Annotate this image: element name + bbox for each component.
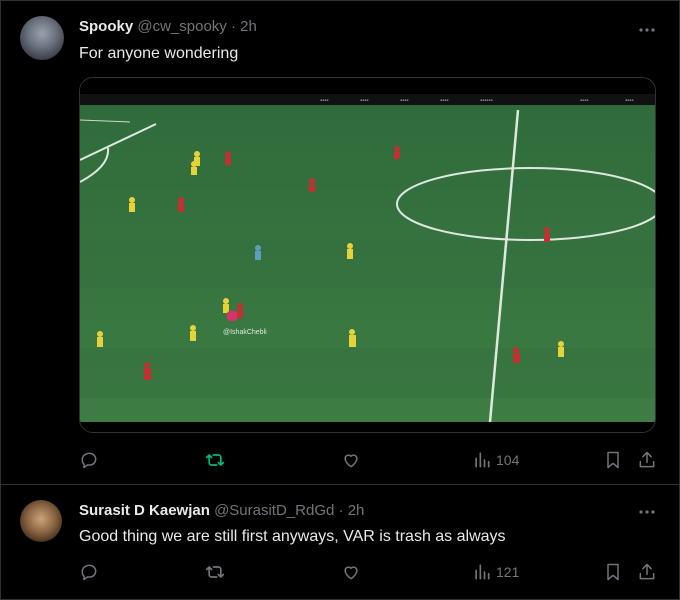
post-time[interactable]: 2h <box>348 502 365 519</box>
repost-icon <box>205 566 225 578</box>
more-dots-icon[interactable] <box>638 502 656 518</box>
reply-button[interactable] <box>79 448 99 472</box>
heart-icon <box>344 566 358 580</box>
post-header: Spooky @cw_spooky · 2h <box>79 18 257 35</box>
avatar[interactable] <box>20 500 62 542</box>
author-name[interactable]: Spooky <box>79 18 133 35</box>
bookmark-button[interactable] <box>603 560 623 584</box>
repost-icon <box>205 454 225 466</box>
views-button[interactable]: 121 <box>472 560 519 584</box>
post[interactable]: Spooky @cw_spooky · 2h For anyone wonder… <box>0 0 680 484</box>
post-actions: 121 <box>79 560 659 584</box>
svg-text:▪▪▪▪: ▪▪▪▪ <box>440 98 449 104</box>
post-text: For anyone wondering <box>79 45 239 62</box>
more-dots-icon[interactable] <box>638 20 656 36</box>
post-actions: 104 <box>79 448 659 472</box>
reply-icon <box>81 452 97 469</box>
author-name[interactable]: Surasit D Kaewjan <box>79 502 210 519</box>
post-time[interactable]: 2h <box>240 18 257 35</box>
views-count: 104 <box>496 452 520 468</box>
heart-icon <box>344 454 358 468</box>
like-button[interactable] <box>341 448 361 472</box>
bookmark-button[interactable] <box>603 448 623 472</box>
avatar[interactable] <box>20 16 64 60</box>
football-pitch-frame: ▪▪▪▪ ▪▪▪▪ ▪▪▪▪ ▪▪▪▪ ▪▪▪▪▪▪ ▪▪▪▪ ▪▪▪▪ @Is… <box>80 78 655 432</box>
separator-dot: · <box>338 502 344 519</box>
video-watermark: @IshakChebli <box>223 329 267 336</box>
views-count: 121 <box>496 564 520 580</box>
views-chart-icon <box>475 452 490 468</box>
svg-text:▪▪▪▪: ▪▪▪▪ <box>400 98 409 104</box>
svg-text:▪▪▪▪: ▪▪▪▪ <box>625 98 634 104</box>
post-text: Good thing we are still first anyways, V… <box>79 528 506 545</box>
repost-button[interactable] <box>205 448 225 472</box>
svg-text:▪▪▪▪: ▪▪▪▪ <box>580 98 589 104</box>
share-button[interactable] <box>637 448 657 472</box>
svg-text:▪▪▪▪: ▪▪▪▪ <box>320 98 329 104</box>
share-icon <box>639 563 655 580</box>
author-handle[interactable]: @cw_spooky <box>137 18 226 35</box>
author-handle[interactable]: @SurasitD_RdGd <box>214 502 334 519</box>
like-button[interactable] <box>341 560 361 584</box>
share-button[interactable] <box>637 560 657 584</box>
repost-button[interactable] <box>205 560 225 584</box>
separator-dot: · <box>230 18 236 35</box>
views-button[interactable]: 104 <box>472 448 519 472</box>
reply-icon <box>81 564 97 581</box>
bookmark-icon <box>607 451 619 469</box>
svg-text:▪▪▪▪▪▪: ▪▪▪▪▪▪ <box>480 98 493 104</box>
views-chart-icon <box>475 564 490 580</box>
svg-text:▪▪▪▪: ▪▪▪▪ <box>360 98 369 104</box>
post-header: Surasit D Kaewjan @SurasitD_RdGd · 2h <box>79 502 364 519</box>
reply-button[interactable] <box>79 560 99 584</box>
share-icon <box>639 451 655 468</box>
bookmark-icon <box>607 563 619 581</box>
post-video[interactable]: ▪▪▪▪ ▪▪▪▪ ▪▪▪▪ ▪▪▪▪ ▪▪▪▪▪▪ ▪▪▪▪ ▪▪▪▪ @Is… <box>79 77 656 433</box>
